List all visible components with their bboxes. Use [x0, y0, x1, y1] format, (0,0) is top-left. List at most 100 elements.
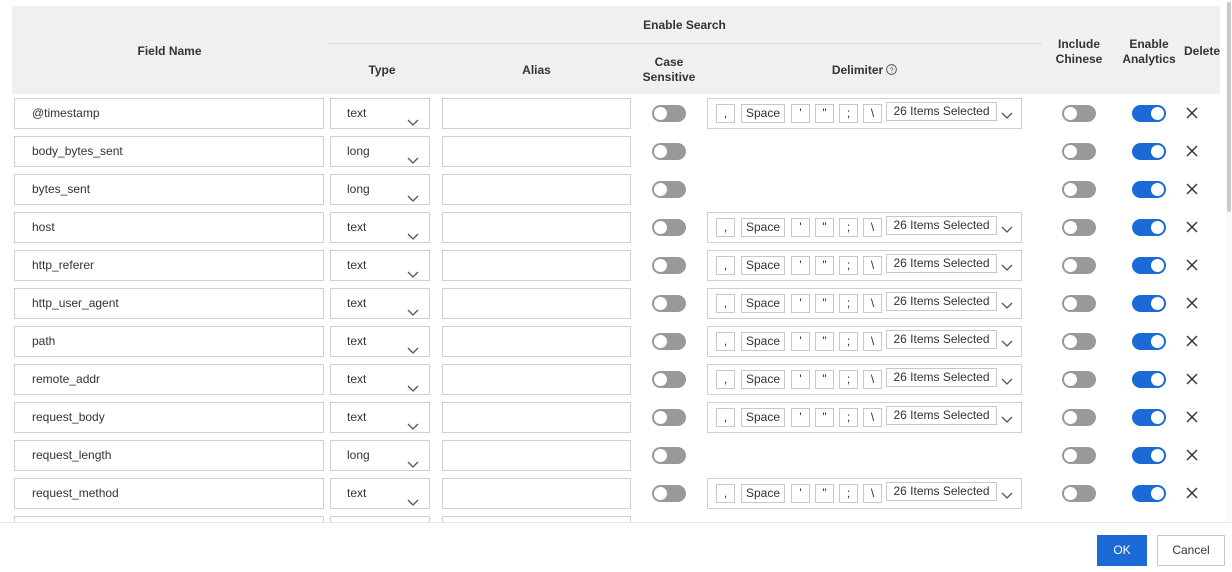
enable-analytics-toggle[interactable] [1132, 219, 1166, 236]
close-icon[interactable] [1186, 259, 1198, 271]
delimiter-tag[interactable]: ; [839, 294, 858, 313]
delimiter-selected-count[interactable]: 26 Items Selected [886, 292, 997, 311]
delimiter-tag[interactable]: ' [791, 408, 810, 427]
alias-input[interactable] [442, 440, 631, 471]
alias-input[interactable] [442, 98, 631, 129]
case-sensitive-toggle[interactable] [652, 143, 686, 160]
case-sensitive-toggle[interactable] [652, 485, 686, 502]
delimiter-tag[interactable]: ' [791, 104, 810, 123]
delimiter-selected-count[interactable]: 26 Items Selected [886, 330, 997, 349]
delimiter-select[interactable]: , Space ' "; \ 26 Items Selected [707, 250, 1022, 281]
delimiter-tag[interactable]: " [815, 484, 834, 503]
include-chinese-toggle[interactable] [1062, 219, 1096, 236]
question-icon[interactable]: ? [886, 64, 897, 75]
delimiter-tag[interactable]: , [716, 370, 735, 389]
delimiter-tag[interactable]: ' [791, 484, 810, 503]
include-chinese-toggle[interactable] [1062, 295, 1096, 312]
close-icon[interactable] [1186, 221, 1198, 233]
delimiter-tag[interactable]: ; [839, 256, 858, 275]
enable-analytics-toggle[interactable] [1132, 143, 1166, 160]
delimiter-tag[interactable]: Space [741, 218, 785, 237]
delimiter-tag[interactable]: , [716, 104, 735, 123]
close-icon[interactable] [1186, 487, 1198, 499]
delimiter-tag[interactable]: , [716, 256, 735, 275]
type-select[interactable]: text [330, 288, 430, 319]
field-name-input[interactable]: host [14, 212, 324, 243]
delimiter-tag[interactable]: \ [863, 218, 882, 237]
type-select[interactable]: long [330, 136, 430, 167]
delimiter-tag[interactable]: ; [839, 104, 858, 123]
delimiter-selected-count[interactable]: 26 Items Selected [886, 254, 997, 273]
delimiter-tag[interactable]: , [716, 408, 735, 427]
delimiter-tag[interactable]: Space [741, 370, 785, 389]
case-sensitive-toggle[interactable] [652, 105, 686, 122]
include-chinese-toggle[interactable] [1062, 409, 1096, 426]
delimiter-selected-count[interactable]: 26 Items Selected [886, 482, 997, 501]
delimiter-tag[interactable]: ; [839, 218, 858, 237]
case-sensitive-toggle[interactable] [652, 333, 686, 350]
type-select[interactable]: text [330, 212, 430, 243]
include-chinese-toggle[interactable] [1062, 333, 1096, 350]
delimiter-tag[interactable]: Space [741, 104, 785, 123]
case-sensitive-toggle[interactable] [652, 409, 686, 426]
type-select[interactable]: text [330, 326, 430, 357]
delimiter-tag[interactable]: " [815, 256, 834, 275]
delimiter-tag[interactable]: Space [741, 256, 785, 275]
case-sensitive-toggle[interactable] [652, 447, 686, 464]
alias-input[interactable] [442, 478, 631, 509]
delimiter-tag[interactable]: \ [863, 408, 882, 427]
alias-input[interactable] [442, 364, 631, 395]
case-sensitive-toggle[interactable] [652, 181, 686, 198]
scrollbar-thumb[interactable] [1227, 2, 1231, 212]
delimiter-select[interactable]: , Space ' "; \ 26 Items Selected [707, 326, 1022, 357]
enable-analytics-toggle[interactable] [1132, 295, 1166, 312]
close-icon[interactable] [1186, 411, 1198, 423]
enable-analytics-toggle[interactable] [1132, 333, 1166, 350]
close-icon[interactable] [1186, 449, 1198, 461]
delimiter-selected-count[interactable]: 26 Items Selected [886, 216, 997, 235]
alias-input[interactable] [442, 326, 631, 357]
delimiter-tag[interactable]: , [716, 294, 735, 313]
delimiter-tag[interactable]: ' [791, 370, 810, 389]
case-sensitive-toggle[interactable] [652, 295, 686, 312]
delimiter-tag[interactable]: ; [839, 484, 858, 503]
field-name-input[interactable]: http_referer [14, 250, 324, 281]
delimiter-tag[interactable]: " [815, 218, 834, 237]
close-icon[interactable] [1186, 297, 1198, 309]
field-name-input[interactable]: path [14, 326, 324, 357]
enable-analytics-toggle[interactable] [1132, 371, 1166, 388]
delimiter-select[interactable]: , Space ' "; \ 26 Items Selected [707, 288, 1022, 319]
alias-input[interactable] [442, 402, 631, 433]
delimiter-tag[interactable]: \ [863, 484, 882, 503]
delimiter-selected-count[interactable]: 26 Items Selected [886, 368, 997, 387]
case-sensitive-toggle[interactable] [652, 219, 686, 236]
alias-input[interactable] [442, 288, 631, 319]
include-chinese-toggle[interactable] [1062, 447, 1096, 464]
type-select[interactable]: text [330, 250, 430, 281]
delimiter-select[interactable]: , Space ' "; \ 26 Items Selected [707, 364, 1022, 395]
delimiter-tag[interactable]: " [815, 294, 834, 313]
case-sensitive-toggle[interactable] [652, 257, 686, 274]
delimiter-select[interactable]: , Space ' "; \ 26 Items Selected [707, 212, 1022, 243]
delimiter-tag[interactable]: \ [863, 104, 882, 123]
delimiter-tag[interactable]: Space [741, 332, 785, 351]
include-chinese-toggle[interactable] [1062, 181, 1096, 198]
delimiter-tag[interactable]: ' [791, 218, 810, 237]
type-select[interactable]: text [330, 402, 430, 433]
enable-analytics-toggle[interactable] [1132, 181, 1166, 198]
delimiter-tag[interactable]: ' [791, 256, 810, 275]
delimiter-select[interactable]: , Space ' "; \ 26 Items Selected [707, 98, 1022, 129]
delimiter-tag[interactable]: ; [839, 370, 858, 389]
alias-input[interactable] [442, 250, 631, 281]
delimiter-tag[interactable]: ; [839, 332, 858, 351]
alias-input[interactable] [442, 212, 631, 243]
ok-button[interactable]: OK [1097, 535, 1147, 566]
delimiter-tag[interactable]: \ [863, 294, 882, 313]
type-select[interactable]: text [330, 478, 430, 509]
delimiter-tag[interactable]: , [716, 218, 735, 237]
delimiter-tag[interactable]: ' [791, 332, 810, 351]
delimiter-selected-count[interactable]: 26 Items Selected [886, 406, 997, 425]
delimiter-tag[interactable]: ; [839, 408, 858, 427]
include-chinese-toggle[interactable] [1062, 371, 1096, 388]
enable-analytics-toggle[interactable] [1132, 485, 1166, 502]
